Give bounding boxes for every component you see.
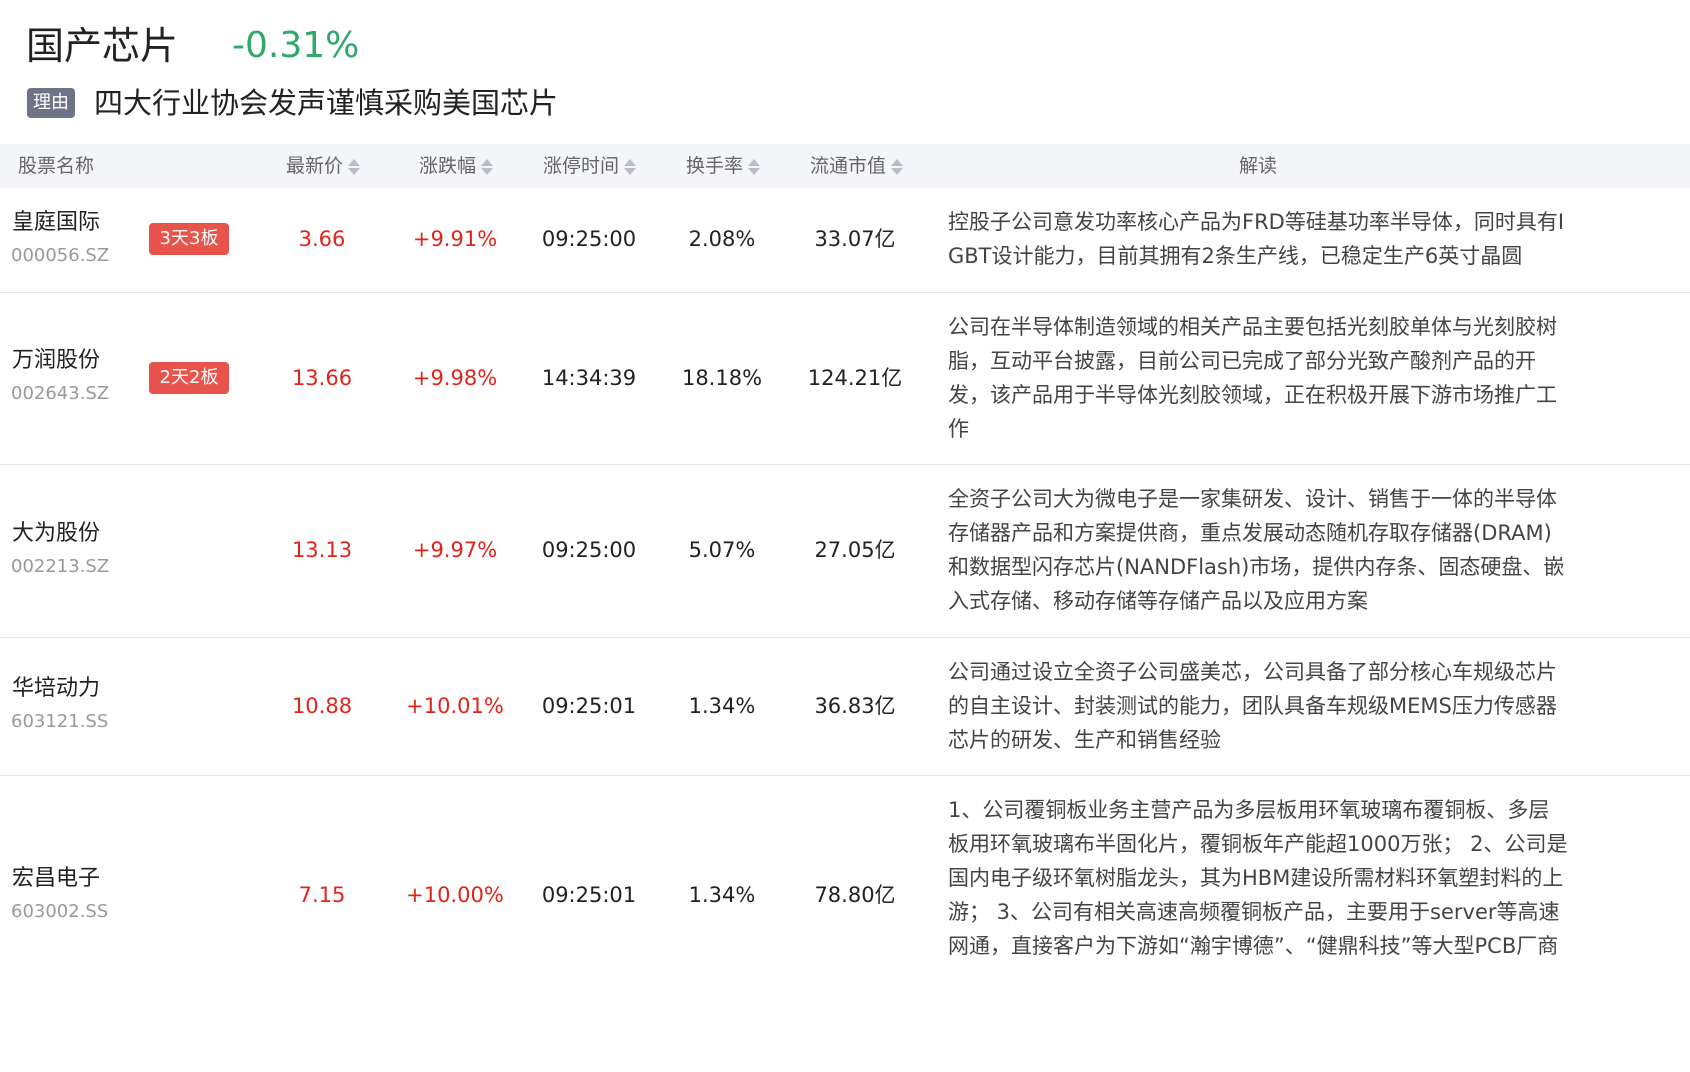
stock-name[interactable]: 皇庭国际 — [12, 208, 100, 238]
column-header-limit-time[interactable]: 涨停时间 — [543, 144, 637, 188]
turnover-rate: 18.18% — [681, 366, 763, 390]
reason-text: 四大行业协会发声谨慎采购美国芯片 — [94, 86, 559, 120]
market-cap: 36.83亿 — [814, 694, 896, 718]
sort-icon[interactable] — [623, 157, 637, 177]
stock-code: 000056.SZ — [11, 245, 110, 266]
latest-price: 13.66 — [291, 366, 353, 390]
stock-code: 603002.SS — [11, 901, 109, 922]
stock-code: 603121.SS — [11, 711, 109, 732]
sector-title: 国产芯片 — [26, 24, 179, 68]
stock-code: 002213.SZ — [11, 556, 110, 577]
limit-up-badge: 3天3板 — [149, 223, 229, 255]
latest-price: 13.13 — [291, 538, 353, 562]
column-header-price-label: 最新价 — [286, 155, 344, 177]
sort-icon[interactable] — [347, 157, 361, 177]
limit-up-time: 09:25:01 — [541, 694, 637, 718]
market-cap: 124.21亿 — [807, 366, 903, 390]
turnover-rate: 5.07% — [688, 538, 756, 562]
latest-price: 3.66 — [298, 227, 346, 251]
sector-change: -0.31% — [232, 25, 360, 66]
market-cap: 33.07亿 — [814, 227, 896, 251]
stock-name[interactable]: 华培动力 — [12, 674, 100, 704]
column-header-price[interactable]: 最新价 — [286, 144, 361, 188]
sort-icon[interactable] — [480, 157, 494, 177]
column-header-turnover[interactable]: 换手率 — [686, 144, 761, 188]
price-change: +9.91% — [412, 227, 498, 251]
stock-name[interactable]: 宏昌电子 — [12, 864, 100, 894]
stock-name[interactable]: 大为股份 — [12, 519, 100, 549]
interpretation-text: 公司在半导体制造领域的相关产品主要包括光刻胶单体与光刻胶树脂，互动平台披露，目前… — [948, 315, 1557, 441]
stock-name[interactable]: 万润股份 — [12, 346, 100, 376]
column-header-interpretation: 解读 — [948, 144, 1568, 188]
interpretation-text: 控股子公司意发功率核心产品为FRD等硅基功率半导体，同时具有IGBT设计能力，目… — [948, 210, 1565, 268]
market-cap: 78.80亿 — [814, 883, 896, 907]
limit-up-time: 09:25:00 — [541, 227, 637, 251]
sector-header: 国产芯片 -0.31% 理由 四大行业协会发声谨慎采购美国芯片 — [0, 0, 1690, 148]
turnover-rate: 2.08% — [688, 227, 756, 251]
column-header-change[interactable]: 涨跌幅 — [419, 144, 494, 188]
sort-icon[interactable] — [890, 157, 904, 177]
interpretation-text: 全资子公司大为微电子是一家集研发、设计、销售于一体的半导体存储器产品和方案提供商… — [948, 487, 1565, 613]
latest-price: 7.15 — [298, 883, 346, 907]
interpretation-text: 1、公司覆铜板业务主营产品为多层板用环氧玻璃布覆铜板、多层板用环氧玻璃布半固化片… — [948, 798, 1568, 958]
column-header-market-cap[interactable]: 流通市值 — [810, 144, 904, 188]
market-cap: 27.05亿 — [814, 538, 896, 562]
table-header: 股票名称 最新价 涨跌幅 涨停时间 换手率 流通市值 解读 — [0, 144, 1690, 188]
limit-up-time: 14:34:39 — [541, 366, 637, 390]
price-change: +9.98% — [412, 366, 498, 390]
column-header-market-cap-label: 流通市值 — [810, 155, 887, 177]
turnover-rate: 1.34% — [688, 883, 756, 907]
price-change: +10.01% — [406, 694, 504, 718]
price-change: +10.00% — [406, 883, 504, 907]
limit-up-badge: 2天2板 — [149, 362, 229, 394]
column-header-name: 股票名称 — [18, 144, 94, 188]
sort-icon[interactable] — [747, 157, 761, 177]
table-row[interactable]: 宏昌电子 603002.SS 7.15 +10.00% 09:25:01 1.3… — [0, 776, 1690, 1016]
interpretation-text: 公司通过设立全资子公司盛美芯，公司具备了部分核心车规级芯片的自主设计、封装测试的… — [948, 660, 1557, 752]
stock-code: 002643.SZ — [11, 383, 110, 404]
reason-badge: 理由 — [27, 88, 75, 118]
turnover-rate: 1.34% — [688, 694, 756, 718]
column-header-limit-time-label: 涨停时间 — [543, 155, 620, 177]
column-header-name-label: 股票名称 — [18, 155, 95, 177]
table-row[interactable]: 皇庭国际 000056.SZ 3天3板 3.66 +9.91% 09:25:00… — [0, 188, 1690, 293]
column-header-change-label: 涨跌幅 — [419, 155, 477, 177]
table-row[interactable]: 华培动力 603121.SS 10.88 +10.01% 09:25:01 1.… — [0, 638, 1690, 776]
column-header-interpretation-label: 解读 — [1238, 155, 1277, 177]
table-row[interactable]: 大为股份 002213.SZ 13.13 +9.97% 09:25:00 5.0… — [0, 465, 1690, 638]
column-header-turnover-label: 换手率 — [686, 155, 744, 177]
table-row[interactable]: 万润股份 002643.SZ 2天2板 13.66 +9.98% 14:34:3… — [0, 293, 1690, 465]
limit-up-time: 09:25:00 — [541, 538, 637, 562]
latest-price: 10.88 — [291, 694, 353, 718]
limit-up-time: 09:25:01 — [541, 883, 637, 907]
price-change: +9.97% — [412, 538, 498, 562]
